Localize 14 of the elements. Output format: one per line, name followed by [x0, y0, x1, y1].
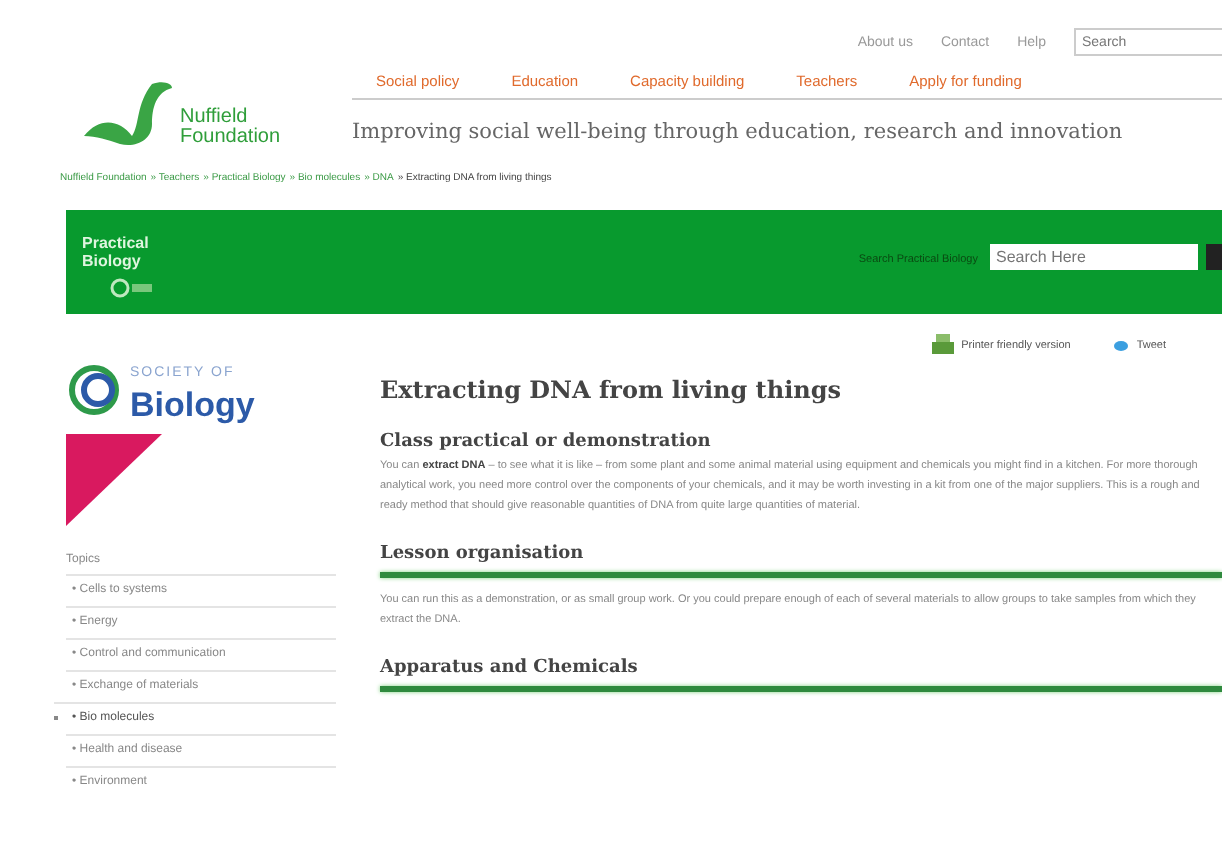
section-heading: Lesson organisation — [380, 544, 586, 564]
search-go-button[interactable] — [1206, 244, 1222, 270]
section-heading: Class practical or demonstration — [380, 432, 713, 452]
tagline: Improving social well-being through education, research and innovation — [352, 120, 1125, 144]
corner-ribbon-icon — [66, 434, 162, 526]
section-heading: Apparatus and Chemicals — [380, 658, 640, 678]
printer-icon — [931, 334, 954, 356]
logo-text: Nuffield Foundation — [180, 108, 281, 148]
section-title: Practical Biology — [82, 234, 151, 270]
society-mark-icon — [110, 278, 154, 298]
sprout-logo-icon — [80, 76, 176, 148]
search-field[interactable]: Search Here — [990, 244, 1198, 270]
article-title: Extracting DNA from living things — [380, 376, 844, 404]
ring-logo-icon — [66, 362, 122, 418]
